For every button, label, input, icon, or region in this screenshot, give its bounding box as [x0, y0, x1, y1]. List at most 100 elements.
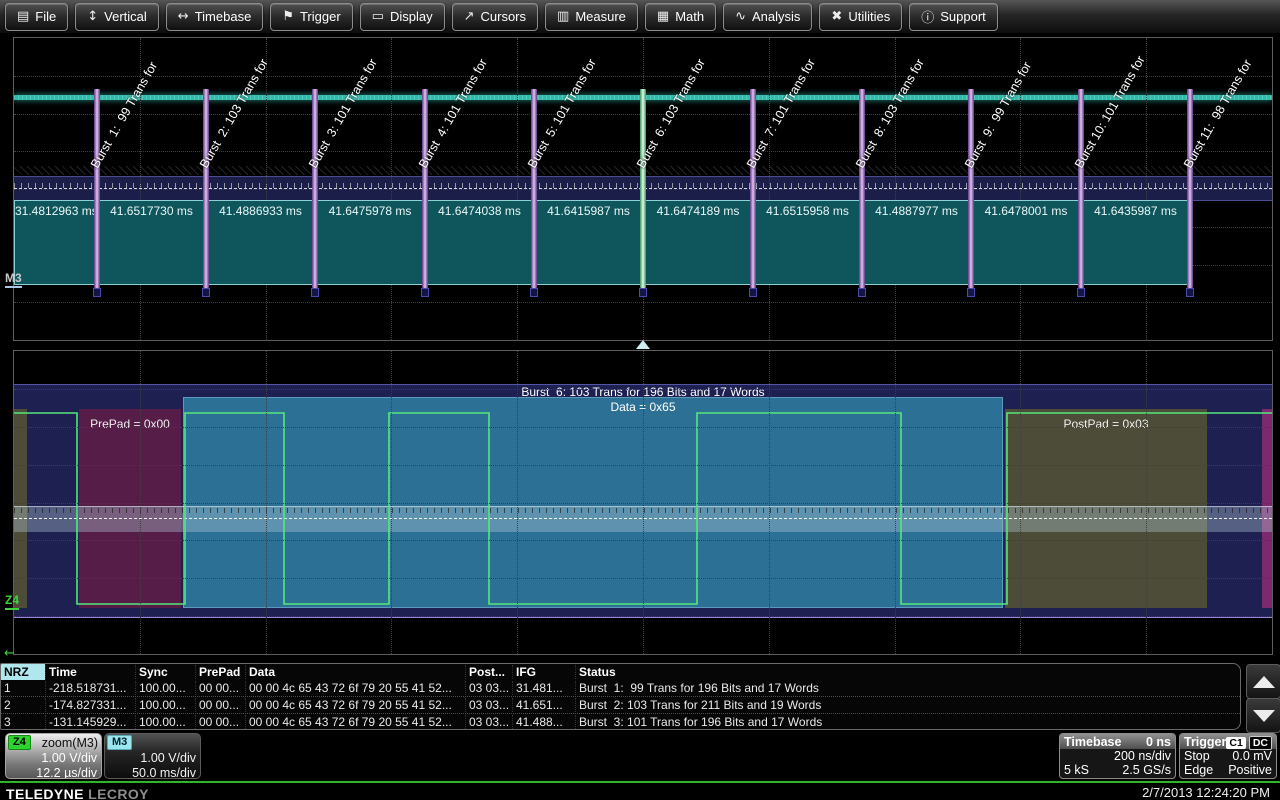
prepad-label: PrePad = 0x00 — [79, 417, 181, 431]
cell-post: 03 03... — [465, 715, 512, 729]
burst-marker-tip — [639, 288, 647, 297]
burst-marker[interactable] — [1078, 89, 1084, 288]
cell-sync: 100.00... — [135, 698, 195, 712]
table-row[interactable]: 2-174.827331...100.00...00 00...00 00 4c… — [1, 696, 1240, 713]
burst-marker-tip — [749, 288, 757, 297]
z4-level-arrow-icon: ← — [4, 646, 15, 661]
timebase-rate: 2.5 GS/s — [1122, 763, 1171, 777]
interval-measurement-box: 41.6517730 ms — [97, 200, 206, 285]
z4-vdiv: 1.00 V/div — [6, 750, 101, 765]
cell-time: -131.145929... — [45, 715, 135, 729]
gridline-horizontal — [14, 616, 1272, 617]
cell-nrz: 1 — [1, 681, 45, 695]
m3-descriptor-panel[interactable]: M3 1.00 V/div 50.0 ms/div — [104, 733, 201, 779]
burst-marker[interactable] — [750, 89, 756, 288]
footer-divider — [0, 781, 1280, 783]
menu-label: Analysis — [752, 9, 800, 24]
z4-tdiv: 12.2 µs/div — [6, 765, 101, 779]
burst-marker-tip — [530, 288, 538, 297]
burst-marker[interactable] — [968, 89, 974, 288]
timebase-icon: ↔ — [178, 9, 189, 24]
table-row[interactable]: 3-131.145929...100.00...00 00...00 00 4c… — [1, 713, 1240, 730]
menu-button-support[interactable]: ⓘSupport — [909, 3, 998, 31]
burst-marker-selected[interactable] — [640, 89, 646, 288]
burst-marker[interactable] — [859, 89, 865, 288]
menu-label: Cursors — [481, 9, 527, 24]
burst-marker-tip — [1186, 288, 1194, 297]
burst-marker-tip — [1077, 288, 1085, 297]
header-cell-ifg: IFG — [512, 665, 575, 679]
vertical-icon: ↕ — [87, 9, 98, 24]
cell-prepad: 00 00... — [195, 681, 245, 695]
m3-badge: M3 — [107, 735, 132, 750]
cell-status: Burst 1: 99 Trans for 196 Bits and 17 Wo… — [575, 681, 1237, 695]
interval-measurement-box: 41.6435987 ms — [1081, 200, 1190, 285]
burst-marker-tip — [202, 288, 210, 297]
m3-tdiv: 50.0 ms/div — [105, 765, 200, 779]
cell-status: Burst 2: 103 Trans for 211 Bits and 19 W… — [575, 698, 1237, 712]
burst-marker[interactable] — [1187, 89, 1193, 288]
z4-descriptor-panel[interactable]: Z4 zoom(M3) 1.00 V/div 12.2 µs/div — [5, 733, 102, 779]
zoom-graticule[interactable]: Burst 6: 103 Trans for 196 Bits and 17 W… — [13, 350, 1273, 655]
table-row[interactable]: 1-218.518731...100.00...00 00...00 00 4c… — [1, 680, 1240, 696]
cell-status: Burst 3: 101 Trans for 196 Bits and 17 W… — [575, 715, 1237, 729]
menu-button-trigger[interactable]: ⚑Trigger — [270, 3, 352, 31]
menu-label: File — [35, 9, 56, 24]
trigger-panel[interactable]: Trigger C1DC Stop 0.0 mV Edge Positive — [1179, 733, 1277, 779]
cell-sync: 100.00... — [135, 681, 195, 695]
cell-time: -218.518731... — [45, 681, 135, 695]
menu-button-utilities[interactable]: ✖Utilities — [819, 3, 902, 31]
burst-marker[interactable] — [94, 89, 100, 288]
burst-marker[interactable] — [422, 89, 428, 288]
burst-marker[interactable] — [312, 89, 318, 288]
display-icon: ▭ — [372, 9, 384, 24]
cell-nrz: 2 — [1, 698, 45, 712]
header-cell-prepad: PrePad — [195, 665, 245, 679]
menu-button-measure[interactable]: ▥Measure — [545, 3, 638, 31]
menu-label: Measure — [575, 9, 626, 24]
burst-marker[interactable] — [531, 89, 537, 288]
interval-measurement-box: 31.4812963 ms — [14, 200, 97, 285]
menu-label: Timebase — [195, 9, 252, 24]
menu-button-vertical[interactable]: ↕Vertical — [75, 3, 159, 31]
m3-trace-label[interactable]: M3 — [5, 271, 22, 288]
interval-measurement-box: 41.6474189 ms — [643, 200, 753, 285]
cell-data: 00 00 4c 65 43 72 6f 79 20 55 41 52... — [245, 681, 465, 695]
file-icon: ▤ — [17, 9, 29, 24]
menu-button-file[interactable]: ▤ File — [5, 3, 68, 31]
gridline-horizontal — [14, 578, 1272, 579]
table-scroll-up-button[interactable] — [1246, 664, 1280, 699]
gridline-horizontal — [14, 503, 1272, 504]
menu-button-display[interactable]: ▭Display — [360, 3, 445, 31]
timebase-tdiv: 200 ns/div — [1114, 749, 1171, 763]
cell-post: 03 03... — [465, 681, 512, 695]
timebase-panel[interactable]: Timebase 0 ns 200 ns/div 5 kS 2.5 GS/s — [1059, 733, 1176, 779]
gridline-horizontal — [14, 427, 1272, 428]
datetime: 2/7/2013 12:24:20 PM — [1142, 785, 1270, 800]
menu-button-cursors[interactable]: ↗Cursors — [452, 3, 538, 31]
upper-graticule[interactable]: 31.4812963 ms41.6517730 ms41.4886933 ms4… — [13, 37, 1273, 341]
trigger-slope: Positive — [1228, 763, 1272, 777]
interval-measurement-box: 41.6515958 ms — [753, 200, 862, 285]
menu-button-analysis[interactable]: ∿Analysis — [723, 3, 812, 31]
gridline-horizontal — [14, 76, 1272, 77]
timebase-offset: 0 ns — [1146, 735, 1171, 749]
timebase-samples: 5 kS — [1064, 763, 1089, 777]
brand-lecroy: LECROY — [84, 786, 149, 800]
trigger-source-badge: C1 — [1226, 737, 1245, 749]
burst-marker-tip — [967, 288, 975, 297]
table-scroll-down-button[interactable] — [1246, 698, 1280, 733]
cell-post: 03 03... — [465, 698, 512, 712]
burst-marker-tip — [93, 288, 101, 297]
z4-trace-label[interactable]: Z4 — [5, 593, 19, 610]
menu-button-math[interactable]: ▦Math — [645, 3, 716, 31]
cell-ifg: 41.488... — [512, 715, 575, 729]
cell-data: 00 00 4c 65 43 72 6f 79 20 55 41 52... — [245, 715, 465, 729]
header-cell-time: Time — [45, 665, 135, 679]
burst-marker[interactable] — [203, 89, 209, 288]
brand-teledyne: TELEDYNE — [6, 786, 84, 800]
menu-button-timebase[interactable]: ↔ Timebase — [166, 3, 264, 31]
header-cell-post: Post... — [465, 665, 512, 679]
trigger-coupling-badge: DC — [1249, 736, 1272, 750]
trigger-position-marker[interactable] — [636, 340, 650, 349]
